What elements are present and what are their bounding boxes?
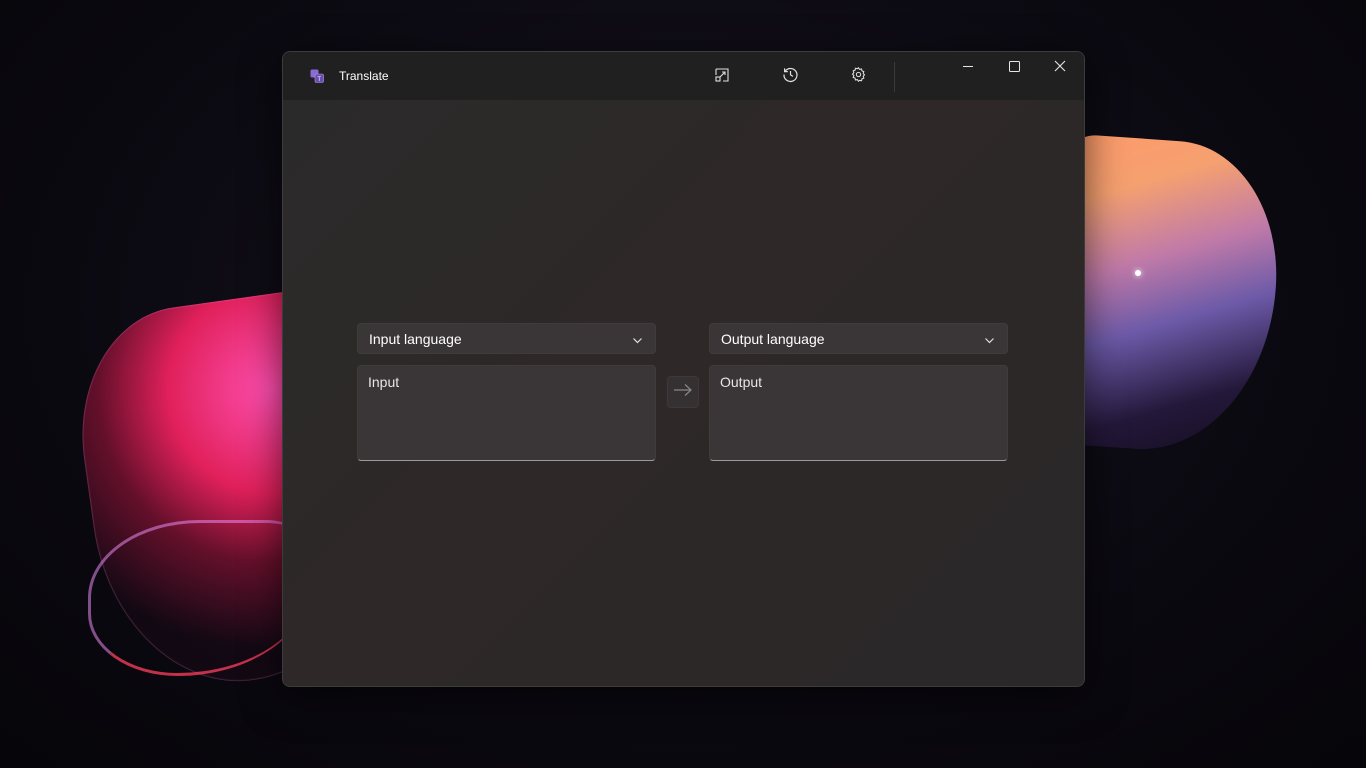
input-language-label: Input language [369, 331, 462, 347]
input-placeholder: Input [368, 374, 400, 390]
input-language-dropdown[interactable]: Input language [357, 323, 656, 354]
history-icon [782, 66, 799, 88]
gear-icon [850, 66, 867, 88]
chevron-down-icon [984, 333, 995, 351]
translate-window: T Translate Input language Output langua… [282, 51, 1085, 687]
maximize-button[interactable] [991, 52, 1037, 84]
minimize-icon [962, 59, 974, 77]
output-placeholder: Output [720, 374, 763, 390]
close-button[interactable] [1037, 52, 1083, 84]
arrow-right-icon [673, 383, 693, 402]
close-icon [1054, 59, 1066, 77]
translate-button[interactable] [667, 376, 699, 408]
svg-text:T: T [317, 77, 321, 83]
output-textbox[interactable]: Output [709, 365, 1008, 461]
input-textbox[interactable]: Input [357, 365, 656, 461]
translate-app-icon: T [310, 69, 324, 83]
main-content: Input language Output language Input Out… [283, 100, 1084, 686]
toolbar-divider [894, 62, 895, 92]
history-button[interactable] [774, 64, 806, 90]
chevron-down-icon [632, 333, 643, 351]
screen-snip-button[interactable] [706, 64, 738, 90]
screen-snip-icon [714, 67, 730, 88]
output-language-dropdown[interactable]: Output language [709, 323, 1008, 354]
minimize-button[interactable] [945, 52, 991, 84]
maximize-icon [1008, 59, 1020, 77]
title-bar[interactable]: T Translate [283, 52, 1084, 100]
settings-button[interactable] [842, 64, 874, 90]
app-title: Translate [339, 69, 389, 83]
output-language-label: Output language [721, 331, 825, 347]
wallpaper-shine [1135, 270, 1141, 276]
